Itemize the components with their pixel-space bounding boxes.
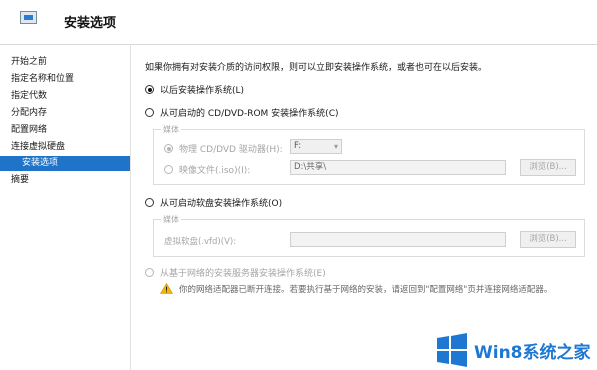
chevron-down-icon: ▾ [333, 142, 338, 151]
warning-triangle-icon [160, 283, 173, 294]
sidebar-item-generation[interactable]: 指定代数 [0, 89, 130, 104]
install-from-floppy-label: 从可启动软盘安装操作系统(O) [160, 199, 283, 209]
physical-drive-label: 物理 CD/DVD 驱动器(H): [179, 145, 283, 155]
sidebar-item-label: 分配内存 [11, 108, 48, 118]
sidebar-item-label: 指定名称和位置 [11, 74, 75, 84]
radio-checked-icon [164, 144, 173, 153]
install-from-network-radio[interactable]: 从基于网络的安装服务器安装操作系统(E) [145, 266, 326, 279]
browse-iso-button[interactable]: 浏览(B)... [520, 159, 576, 176]
virtual-floppy-label: 虚拟软盘(.vfd)(V): [164, 237, 237, 247]
sidebar-item-summary[interactable]: 摘要 [0, 173, 130, 188]
wizard-sidebar: 开始之前 指定名称和位置 指定代数 分配内存 配置网络 连接虚拟硬盘 安装选项 … [0, 45, 131, 370]
install-from-dvd-label: 从可启动的 CD/DVD-ROM 安装操作系统(C) [160, 109, 339, 119]
intro-text: 如果你拥有对安装介质的访问权限，则可以立即安装操作系统，或者也可在以后安装。 [145, 63, 488, 73]
dvd-media-group: 媒体 物理 CD/DVD 驱动器(H): F: ▾ 映像文件(.iso)(I):… [153, 124, 585, 185]
sidebar-item-label: 连接虚拟硬盘 [11, 142, 66, 152]
watermark-text: Win8系统之家 [474, 343, 591, 363]
wizard-main: 如果你拥有对安装介质的访问权限，则可以立即安装操作系统，或者也可在以后安装。 以… [131, 45, 597, 370]
sidebar-item-virtual-disk[interactable]: 连接虚拟硬盘 [0, 140, 130, 155]
physical-drive-select[interactable]: F: ▾ [290, 139, 342, 154]
sidebar-item-memory[interactable]: 分配内存 [0, 106, 130, 121]
sidebar-item-label: 摘要 [11, 175, 30, 185]
radio-unchecked-icon [145, 268, 154, 277]
dvd-media-legend: 媒体 [161, 124, 181, 135]
virtual-floppy-input[interactable] [290, 232, 506, 247]
install-from-network-label: 从基于网络的安装服务器安装操作系统(E) [160, 269, 326, 279]
sidebar-item-label: 开始之前 [11, 57, 48, 67]
physical-drive-radio[interactable]: 物理 CD/DVD 驱动器(H): [164, 142, 283, 155]
install-later-label: 以后安装操作系统(L) [160, 86, 245, 96]
sidebar-item-label: 指定代数 [11, 91, 48, 101]
image-file-input[interactable]: D:\共享\ [290, 160, 506, 175]
windows-logo-icon [437, 333, 467, 367]
network-warning-text: 你的网络适配器已断开连接。若要执行基于网络的安装，请返回到"配置网络"页并连接网… [179, 285, 553, 295]
install-from-dvd-radio[interactable]: 从可启动的 CD/DVD-ROM 安装操作系统(C) [145, 106, 339, 119]
radio-unchecked-icon [145, 198, 154, 207]
install-later-radio[interactable]: 以后安装操作系统(L) [145, 83, 244, 96]
floppy-media-group: 媒体 虚拟软盘(.vfd)(V): 浏览(B)... [153, 214, 585, 257]
sidebar-item-install-options[interactable]: 安装选项 [0, 156, 130, 171]
sidebar-item-label: 配置网络 [11, 125, 48, 135]
physical-drive-value: F: [294, 141, 302, 151]
install-from-floppy-radio[interactable]: 从可启动软盘安装操作系统(O) [145, 196, 282, 209]
radio-unchecked-icon [145, 108, 154, 117]
radio-unchecked-icon [164, 165, 173, 174]
wizard-header: 安装选项 [0, 0, 597, 45]
sidebar-item-name-location[interactable]: 指定名称和位置 [0, 72, 130, 87]
browse-vfd-button[interactable]: 浏览(B)... [520, 231, 576, 248]
sidebar-item-before-you-begin[interactable]: 开始之前 [0, 55, 130, 70]
sidebar-item-label: 安装选项 [22, 158, 59, 168]
sidebar-item-networking[interactable]: 配置网络 [0, 123, 130, 138]
image-file-radio[interactable]: 映像文件(.iso)(I): [164, 163, 250, 176]
wizard-window-icon [20, 11, 37, 24]
page-title: 安装选项 [64, 16, 117, 31]
image-file-label: 映像文件(.iso)(I): [179, 166, 251, 176]
radio-checked-icon [145, 85, 154, 94]
floppy-media-legend: 媒体 [161, 214, 181, 225]
